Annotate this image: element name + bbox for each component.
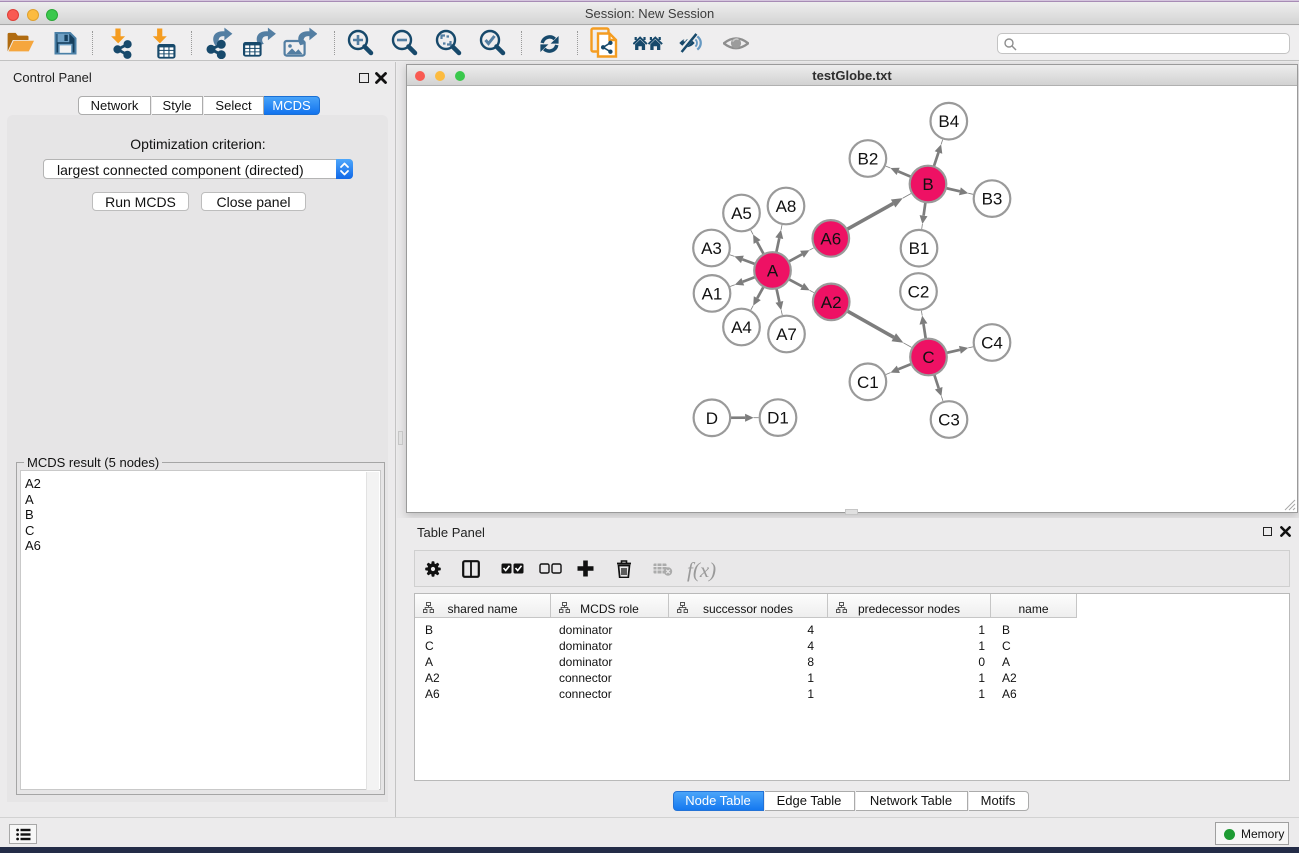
svg-text:A7: A7: [776, 325, 797, 344]
svg-text:C4: C4: [981, 334, 1003, 353]
svg-text:A6: A6: [820, 229, 841, 248]
svg-text:B3: B3: [982, 190, 1003, 209]
svg-text:D: D: [706, 409, 718, 428]
svg-text:A: A: [767, 262, 779, 281]
svg-text:B1: B1: [909, 239, 930, 258]
svg-text:D1: D1: [767, 409, 789, 428]
svg-text:B: B: [922, 175, 933, 194]
svg-text:A2: A2: [821, 293, 842, 312]
svg-text:A3: A3: [701, 239, 722, 258]
svg-text:A5: A5: [731, 204, 752, 223]
svg-text:C: C: [922, 348, 934, 367]
svg-text:C2: C2: [908, 283, 930, 302]
svg-text:B4: B4: [938, 112, 959, 131]
svg-text:C3: C3: [938, 411, 960, 430]
svg-text:B2: B2: [858, 150, 879, 169]
svg-text:C1: C1: [857, 373, 879, 392]
svg-text:A8: A8: [776, 197, 797, 216]
svg-text:A4: A4: [731, 318, 752, 337]
svg-text:A1: A1: [702, 284, 723, 303]
